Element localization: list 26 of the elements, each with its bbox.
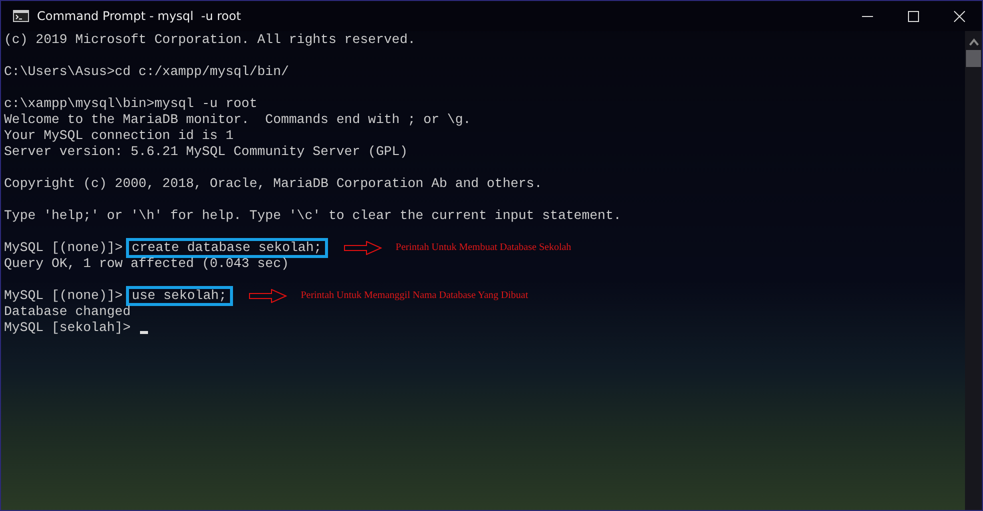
scroll-up-icon[interactable] (968, 38, 978, 46)
prompt-text: MySQL [(none)]> (4, 288, 123, 304)
prompt-text: MySQL [sekolah]> (4, 320, 131, 336)
console-line: (c) 2019 Microsoft Corporation. All rights reserved. (4, 32, 416, 48)
console-line: Server version: 5.6.21 MySQL Community Server (GPL) (4, 144, 408, 160)
scrollbar-thumb[interactable] (966, 50, 981, 67)
console-line: Type 'help;' or '\h' for help. Type '\c' to clear the current input statement. (4, 208, 622, 224)
console-line: C:\Users\Asus>cd c:/xampp/mysql/bin/ (4, 64, 289, 80)
arrow-icon (248, 289, 287, 303)
close-icon[interactable] (954, 10, 964, 22)
text-cursor (140, 331, 148, 334)
window-title: Command Prompt - mysql -u root (37, 9, 241, 23)
console-line: Query OK, 1 row affected (0.043 sec) (4, 256, 289, 272)
prompt-text: MySQL [(none)]> (4, 240, 123, 256)
console-line: c:\xampp\mysql\bin>mysql -u root (4, 96, 258, 112)
annotation-text: Perintah Untuk Memanggil Nama Database Yang Dibuat (300, 289, 528, 303)
maximize-icon[interactable] (908, 10, 918, 22)
console-line: Your MySQL connection id is 1 (4, 128, 234, 144)
arrow-icon (344, 241, 382, 255)
console-line: Welcome to the MariaDB monitor. Commands end with ; or \g. (4, 112, 471, 128)
console-icon (13, 10, 29, 22)
console-line: Copyright (c) 2000, 2018, Oracle, MariaDB Corporation Ab and others. (4, 176, 542, 192)
highlighted-command: use sekolah; (126, 286, 233, 306)
console-line: Database changed (4, 304, 131, 320)
annotation-text: Perintah Untuk Membuat Database Sekolah (396, 241, 572, 255)
highlighted-command: create database sekolah; (126, 238, 328, 258)
